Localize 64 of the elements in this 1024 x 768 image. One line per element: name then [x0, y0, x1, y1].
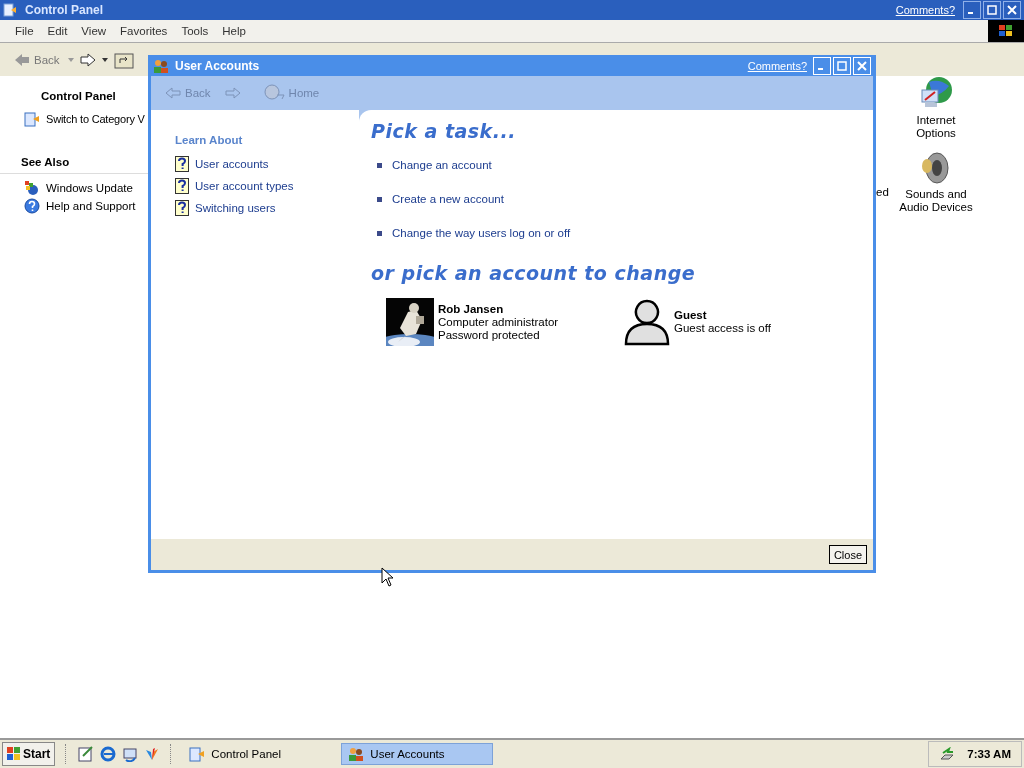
bullet-icon — [377, 230, 382, 236]
switch-view-link[interactable]: Switch to Category V — [46, 113, 145, 125]
menu-item[interactable]: Help — [215, 23, 253, 39]
user-silhouette-icon — [624, 298, 670, 346]
browser-icon[interactable] — [100, 746, 117, 762]
maximize-icon[interactable] — [987, 5, 997, 15]
menu-item[interactable]: Tools — [174, 23, 216, 39]
help-link[interactable]: Switching users — [195, 202, 276, 214]
bullet-icon — [377, 162, 382, 168]
dialog-title: User Accounts — [175, 58, 261, 73]
task-link[interactable]: Change an account — [392, 159, 492, 171]
close-icon[interactable] — [1007, 5, 1017, 15]
menu-item[interactable]: File — [8, 23, 41, 39]
start-button[interactable]: Start — [2, 742, 56, 766]
dropdown-arrow-icon[interactable] — [101, 57, 108, 62]
bullet-icon — [377, 196, 382, 202]
clock: 7:33 AM — [967, 748, 1011, 760]
see-also-link[interactable]: Windows Update — [46, 182, 133, 194]
icon-label[interactable]: Internet Options — [896, 114, 976, 140]
account-tile[interactable]: Rob Jansen Computer administrator Password protected — [386, 298, 624, 346]
section-heading: Pick a task... — [371, 120, 517, 142]
comments-link[interactable]: Comments? — [895, 4, 955, 16]
help-page-icon — [175, 178, 189, 194]
account-tile[interactable]: Guest Guest access is off — [624, 298, 862, 346]
restore-button[interactable] — [983, 1, 1001, 19]
maximize-button[interactable] — [833, 56, 851, 75]
menu-item[interactable]: View — [74, 23, 114, 39]
taskbar-button[interactable]: User Accounts — [341, 743, 494, 765]
taskbar-button[interactable]: Control Panel — [183, 743, 336, 765]
help-page-icon — [175, 200, 189, 216]
task-link[interactable]: Change the way users log on or off — [392, 227, 571, 239]
learn-about-heading: Learn About — [175, 134, 244, 146]
task-link[interactable]: Create a new account — [392, 193, 504, 205]
forward-arrow-icon[interactable] — [79, 52, 96, 67]
icon-label[interactable]: Sounds and Audio Devices — [896, 188, 976, 214]
back-button[interactable]: Back — [12, 50, 62, 69]
window-title: Control Panel — [25, 3, 104, 17]
close-button[interactable] — [1003, 1, 1021, 19]
notepad-icon[interactable] — [78, 746, 95, 762]
minimize-button[interactable] — [963, 1, 981, 19]
help-page-icon — [175, 156, 189, 172]
windows-logo-icon — [988, 20, 1024, 42]
help-link[interactable]: User accounts — [195, 158, 269, 170]
menu-item[interactable]: Edit — [40, 23, 75, 39]
windows-logo-icon[interactable] — [7, 747, 21, 761]
close-icon[interactable] — [857, 60, 867, 71]
icon-label: ed — [876, 186, 889, 198]
menu-item[interactable]: Favorites — [113, 23, 175, 39]
users-icon — [153, 57, 169, 74]
windows-update-icon[interactable] — [24, 180, 40, 196]
see-also-link[interactable]: Help and Support — [46, 200, 136, 212]
network-icon[interactable] — [939, 747, 956, 761]
close-button[interactable]: Close — [828, 545, 867, 564]
users-icon[interactable] — [348, 746, 365, 762]
section-heading: or pick an account to change — [371, 262, 697, 284]
control-panel-icon[interactable] — [24, 111, 40, 127]
help-icon[interactable] — [24, 198, 40, 214]
maximize-icon[interactable] — [837, 60, 847, 71]
sidebar-title: Control Panel — [40, 90, 117, 102]
control-panel-icon — [3, 3, 17, 17]
folder-up-icon[interactable] — [113, 50, 134, 69]
help-link[interactable]: User account types — [195, 180, 294, 192]
mouse-cursor-icon — [381, 567, 394, 587]
back-arrow-icon[interactable] — [14, 52, 30, 67]
